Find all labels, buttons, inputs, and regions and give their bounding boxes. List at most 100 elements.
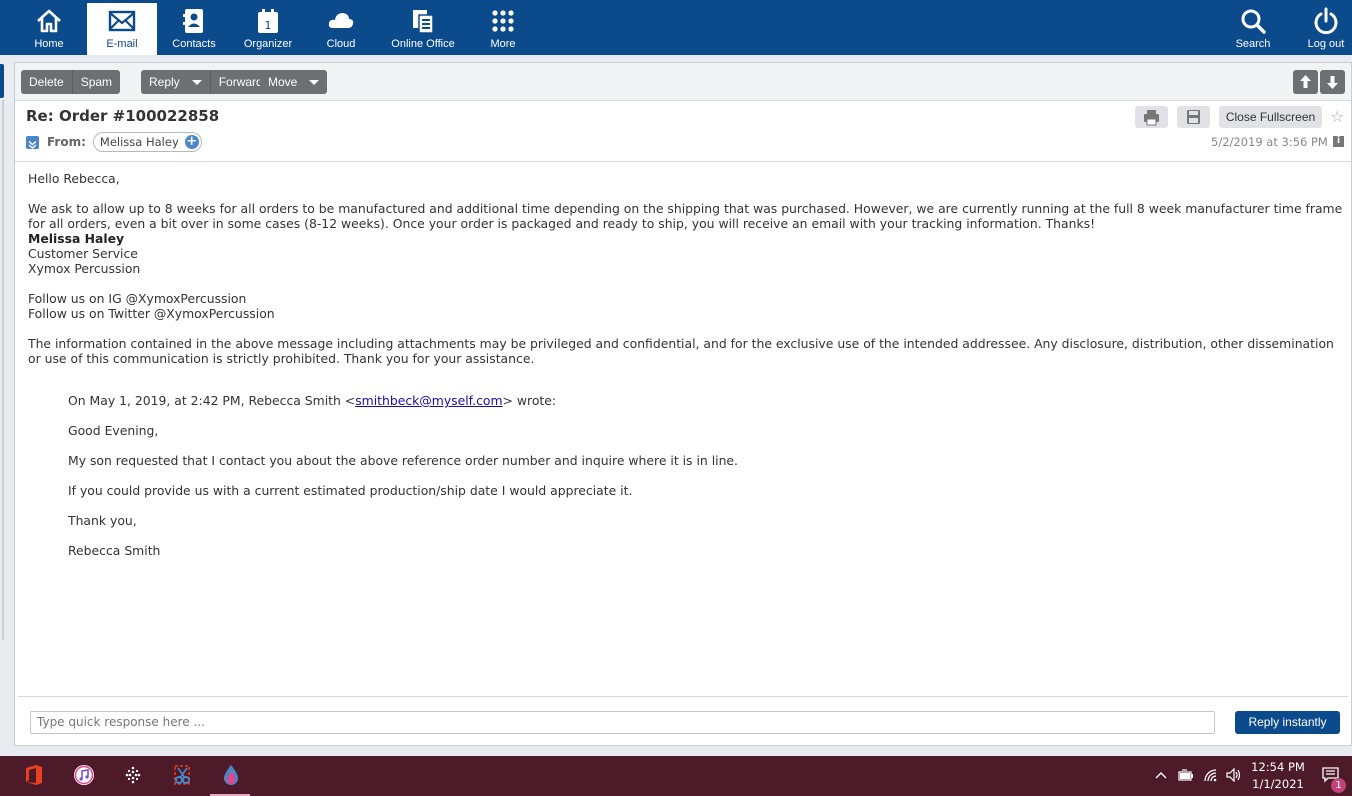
nav-online-office[interactable]: Online Office bbox=[383, 0, 463, 55]
nav-search[interactable]: Search bbox=[1217, 0, 1289, 55]
message-subject: Re: Order #100022858 bbox=[26, 107, 220, 125]
sidebar-rail bbox=[2, 100, 4, 640]
nav-more[interactable]: More bbox=[467, 0, 539, 55]
body-paragraph: We ask to allow up to 8 weeks for all or… bbox=[28, 201, 1343, 231]
reply-instantly-button[interactable]: Reply instantly bbox=[1235, 711, 1340, 734]
email-link[interactable]: smithbeck@myself.com bbox=[355, 393, 502, 408]
taskbar-app-dots[interactable] bbox=[108, 756, 156, 796]
quote-intro: On May 1, 2019, at 2:42 PM, Rebecca Smit… bbox=[68, 393, 1343, 408]
clock-time: 12:54 PM bbox=[1251, 760, 1305, 774]
greeting: Hello Rebecca, bbox=[28, 171, 120, 186]
signature-title: Customer Service bbox=[28, 246, 138, 261]
taskbar: 1 bbox=[0, 756, 1352, 796]
nav-contacts[interactable]: Contacts bbox=[158, 0, 230, 55]
move-button-label: Move bbox=[268, 75, 298, 89]
top-navigation: Home E-mail Contacts 1 Organizer Cloud O… bbox=[0, 0, 1352, 55]
header-divider bbox=[15, 161, 1351, 162]
office-app-icon bbox=[26, 765, 42, 785]
message-body: Hello Rebecca, We ask to allow up to 8 w… bbox=[28, 171, 1343, 573]
quote-intro-suffix: > wrote: bbox=[502, 393, 557, 408]
clock-date: 1/1/2021 bbox=[1252, 777, 1304, 791]
taskbar-office[interactable] bbox=[9, 756, 57, 796]
nav-cloud-label: Cloud bbox=[326, 38, 356, 50]
move-group: Move bbox=[260, 70, 328, 94]
drop-browser-icon bbox=[224, 765, 238, 785]
sender-name: Melissa Haley bbox=[99, 135, 179, 149]
from-row: From: Melissa Haley + bbox=[26, 132, 202, 152]
nav-logout-label: Log out bbox=[1307, 38, 1345, 50]
home-icon bbox=[37, 9, 61, 33]
scissors-icon bbox=[174, 765, 190, 785]
notification-badge: 1 bbox=[1331, 778, 1346, 793]
message-datetime: 5/2/2019 at 3:56 PM bbox=[1211, 135, 1328, 149]
spam-button[interactable]: Spam bbox=[73, 70, 120, 94]
nav-organizer-label: Organizer bbox=[243, 38, 293, 50]
delete-button[interactable]: Delete bbox=[21, 70, 73, 94]
message-panel: Delete Spam Reply Forward Move Re: Order… bbox=[14, 62, 1352, 746]
nav-organizer[interactable]: 1 Organizer bbox=[232, 0, 304, 55]
grid-icon bbox=[492, 10, 514, 32]
previous-message-button[interactable] bbox=[1293, 70, 1318, 94]
calendar-badge: 1 bbox=[265, 19, 272, 32]
add-contact-icon[interactable]: + bbox=[184, 135, 199, 149]
quote-intro-text: On May 1, 2019, at 2:42 PM, Rebecca Smit… bbox=[68, 393, 356, 408]
battery-icon[interactable] bbox=[1178, 768, 1194, 782]
move-button[interactable]: Move bbox=[260, 70, 327, 94]
quote-thanks: Thank you, bbox=[68, 513, 137, 528]
quick-response-input[interactable]: Type quick response here ... bbox=[30, 711, 1215, 734]
next-message-button[interactable] bbox=[1320, 70, 1345, 94]
cloud-icon bbox=[328, 13, 354, 28]
search-icon bbox=[1241, 9, 1266, 34]
sender-chip[interactable]: Melissa Haley + bbox=[92, 132, 202, 152]
nav-cloud[interactable]: Cloud bbox=[305, 0, 377, 55]
arrow-down-icon bbox=[1327, 76, 1338, 89]
taskbar-browser[interactable] bbox=[206, 756, 254, 796]
sidebar-collapsed-indicator[interactable] bbox=[0, 64, 4, 98]
follow-twitter: Follow us on Twitter @XymoxPercussion bbox=[28, 306, 275, 321]
chevron-down-icon bbox=[309, 80, 320, 86]
nav-logout[interactable]: Log out bbox=[1290, 0, 1352, 55]
disclaimer: The information contained in the above m… bbox=[28, 336, 1334, 366]
save-button[interactable] bbox=[1177, 106, 1210, 128]
nav-more-label: More bbox=[490, 38, 516, 50]
mail-icon bbox=[108, 10, 136, 32]
dots-app-icon bbox=[125, 766, 141, 784]
printer-icon bbox=[1144, 110, 1159, 126]
chevron-up-icon[interactable] bbox=[1155, 770, 1167, 780]
delete-spam-group: Delete Spam bbox=[21, 70, 121, 94]
itunes-icon bbox=[74, 765, 94, 785]
calendar-icon: 1 bbox=[258, 9, 278, 33]
quote-paragraph-2: If you could provide us with a current e… bbox=[68, 483, 633, 498]
arrow-up-icon bbox=[1300, 75, 1311, 88]
nav-email-label: E-mail bbox=[106, 38, 138, 50]
taskbar-snipping[interactable] bbox=[157, 756, 205, 796]
nav-home-label: Home bbox=[34, 38, 64, 50]
follow-instagram: Follow us on IG @XymoxPercussion bbox=[28, 291, 247, 306]
quote-greeting: Good Evening, bbox=[68, 423, 159, 438]
nav-online-office-label: Online Office bbox=[391, 38, 455, 50]
nav-contacts-label: Contacts bbox=[172, 38, 216, 50]
taskbar-clock[interactable]: 12:54 PM 1/1/2021 bbox=[1243, 759, 1313, 793]
wifi-icon[interactable] bbox=[1203, 768, 1219, 782]
expand-header-icon[interactable] bbox=[26, 135, 39, 149]
reply-button[interactable]: Reply bbox=[141, 70, 211, 94]
footer-divider bbox=[18, 696, 1348, 697]
nav-home[interactable]: Home bbox=[13, 0, 85, 55]
signature-company: Xymox Percussion bbox=[28, 261, 141, 276]
print-button[interactable] bbox=[1135, 106, 1168, 128]
office-icon bbox=[413, 10, 434, 34]
contacts-icon bbox=[183, 9, 203, 33]
chevron-down-icon[interactable] bbox=[191, 80, 202, 86]
star-icon[interactable]: ☆ bbox=[1330, 107, 1344, 126]
quote-signature: Rebecca Smith bbox=[68, 543, 161, 558]
power-icon bbox=[1314, 7, 1338, 35]
reply-forward-group: Reply Forward bbox=[141, 70, 271, 94]
nav-email[interactable]: E-mail bbox=[87, 3, 157, 55]
info-icon[interactable]: i bbox=[1333, 136, 1344, 147]
from-label: From: bbox=[47, 135, 86, 149]
message-toolbar: Delete Spam Reply Forward Move bbox=[15, 63, 1351, 101]
close-fullscreen-button[interactable]: Close Fullscreen bbox=[1219, 106, 1322, 128]
taskbar-itunes[interactable] bbox=[59, 756, 107, 796]
signature-name: Melissa Haley bbox=[28, 231, 125, 246]
volume-icon[interactable] bbox=[1226, 768, 1242, 782]
